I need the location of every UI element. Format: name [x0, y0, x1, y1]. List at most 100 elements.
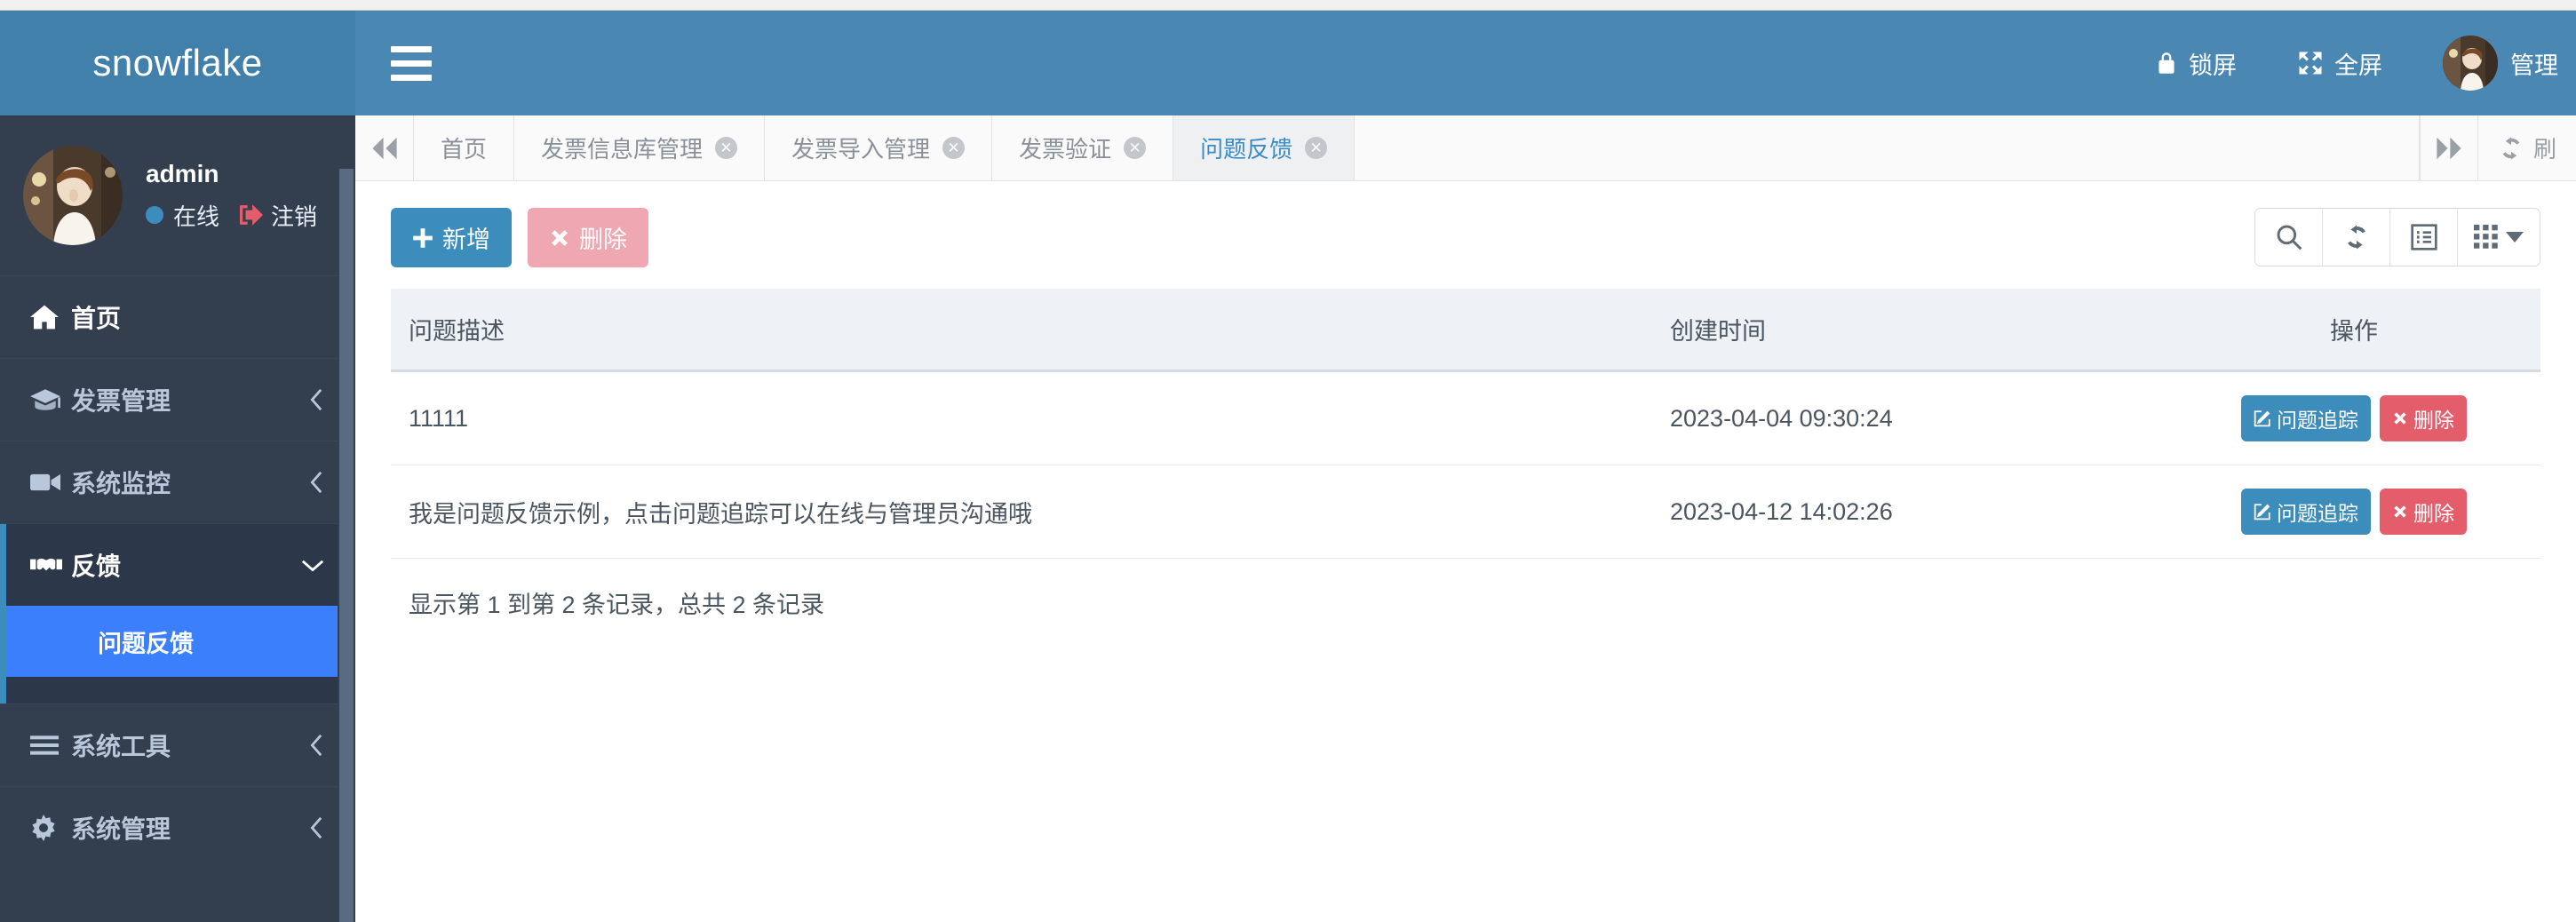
tab-label: 发票验证	[1019, 136, 1112, 163]
brand-logo[interactable]: snowflake	[0, 11, 355, 115]
close-icon[interactable]: ✕	[942, 137, 966, 159]
close-icon[interactable]: ✕	[1124, 137, 1147, 159]
tab-refresh-button[interactable]: 刷	[2477, 115, 2576, 180]
chevron-left-icon	[309, 387, 325, 412]
toggle-view-button[interactable]	[2390, 209, 2458, 266]
user-menu-button[interactable]: 管理	[2413, 11, 2576, 115]
brand-logo-text: snowflake	[92, 42, 263, 83]
tab-label: 首页	[441, 136, 488, 163]
row-delete-label: 删除	[2413, 409, 2454, 432]
double-chevron-left-icon	[371, 137, 397, 159]
avatar	[23, 146, 123, 245]
refresh-icon	[2502, 137, 2520, 159]
sidebar-item-label: 发票管理	[71, 387, 171, 415]
home-icon	[30, 304, 71, 330]
tab-invoice-verify[interactable]: 发票验证 ✕	[992, 115, 1174, 180]
tab-invoice-import[interactable]: 发票导入管理 ✕	[765, 115, 993, 180]
fullscreen-label: 全屏	[2334, 52, 2382, 79]
close-x-icon	[549, 227, 570, 249]
logout-label: 注销	[271, 203, 318, 230]
refresh-icon	[2347, 225, 2365, 250]
tab-scroll-right-button[interactable]	[2419, 115, 2478, 180]
row-action-group: 问题追踪 删除	[2241, 489, 2467, 535]
tab-refresh-label: 刷	[2532, 136, 2556, 163]
chevron-down-icon	[2506, 232, 2524, 242]
hamburger-icon	[391, 45, 432, 52]
avatar	[2443, 36, 2498, 91]
search-icon	[2277, 225, 2302, 250]
table-row[interactable]: 11111 2023-04-04 09:30:24 问题追踪 删除	[391, 370, 2540, 465]
hamburger-icon	[391, 60, 432, 67]
row-delete-label: 删除	[2413, 502, 2454, 525]
gear-icon	[30, 815, 71, 841]
add-button[interactable]: 新增	[391, 208, 512, 267]
cell-operations: 问题追踪 删除	[2167, 465, 2540, 559]
sidebar-subitem-issue-feedback[interactable]: 问题反馈	[0, 606, 355, 677]
chevron-left-icon	[309, 470, 325, 495]
sidebar-item-invoice-management[interactable]: 发票管理	[0, 358, 355, 441]
issue-track-label: 问题追踪	[2277, 409, 2358, 432]
sidebar-item-home[interactable]: 首页	[0, 275, 355, 358]
sidebar-scrollbar-thumb[interactable]	[339, 169, 354, 922]
sidebar-user-panel: admin 在线 注销	[0, 115, 355, 275]
columns-grid-icon	[2474, 225, 2498, 249]
sidebar-item-system-monitor[interactable]: 系统监控	[0, 441, 355, 523]
delete-button[interactable]: 删除	[528, 208, 648, 267]
tab-invoice-info-db[interactable]: 发票信息库管理 ✕	[514, 115, 766, 180]
feedback-table: 问题描述 创建时间 操作 11111 2023-04-04 09:30:24 问…	[391, 289, 2540, 559]
sidebar-subitem-label: 问题反馈	[98, 630, 194, 657]
fullscreen-button[interactable]: 全屏	[2267, 11, 2413, 115]
video-camera-icon	[30, 472, 71, 493]
cell-created-at: 2023-04-04 09:30:24	[1652, 370, 2167, 465]
body-wrapper: admin 在线 注销 首页 发票管理 系统监控 反馈 问题反馈 系统工具 系统…	[0, 115, 2576, 922]
tab-label: 发票信息库管理	[541, 136, 704, 163]
logout-button[interactable]: 注销	[240, 199, 317, 232]
expand-arrows-icon	[2297, 50, 2324, 76]
sidebar-item-label: 首页	[71, 305, 122, 332]
sidebar-item-label: 反馈	[71, 552, 122, 580]
sidebar-toggle-button[interactable]	[391, 43, 441, 83]
graduation-cap-icon	[30, 388, 71, 411]
application-root: snowflake 锁屏 全屏 管理 admin 在线 注销 首页 发票管理 系…	[0, 0, 2576, 922]
row-delete-button[interactable]: 删除	[2380, 395, 2467, 441]
tab-issue-feedback[interactable]: 问题反馈 ✕	[1173, 115, 1356, 180]
header-main-area: 锁屏 全屏 管理	[355, 11, 2576, 115]
issue-track-label: 问题追踪	[2277, 502, 2358, 525]
header-username: 管理	[2510, 52, 2558, 79]
sidebar-item-system-tools[interactable]: 系统工具	[0, 703, 355, 786]
close-x-icon	[2392, 504, 2408, 520]
chevron-down-icon	[300, 557, 325, 573]
tab-home[interactable]: 首页	[414, 115, 515, 180]
close-icon[interactable]: ✕	[715, 137, 738, 159]
tab-label: 发票导入管理	[791, 136, 931, 163]
refresh-button[interactable]	[2323, 209, 2390, 266]
cell-operations: 问题追踪 删除	[2167, 370, 2540, 465]
toggle-list-icon	[2410, 224, 2437, 250]
sidebar-item-system-management[interactable]: 系统管理	[0, 786, 355, 869]
cell-description: 11111	[391, 370, 1652, 465]
double-chevron-right-icon	[2437, 137, 2461, 159]
close-icon[interactable]: ✕	[1305, 137, 1328, 159]
sidebar-status-row: 在线 注销	[146, 199, 317, 232]
lock-screen-button[interactable]: 锁屏	[2125, 11, 2267, 115]
sidebar-menu: 首页 发票管理 系统监控 反馈 问题反馈 系统工具 系统管理	[0, 275, 355, 869]
tab-scroll-left-button[interactable]	[355, 115, 414, 180]
table-head: 问题描述 创建时间 操作	[391, 289, 2540, 372]
tab-bar-spacer	[1355, 115, 2420, 180]
row-action-group: 问题追踪 删除	[2241, 395, 2467, 441]
sidebar-item-feedback[interactable]: 反馈	[0, 523, 355, 606]
columns-button[interactable]	[2458, 209, 2540, 266]
search-button[interactable]	[2255, 209, 2323, 266]
issue-track-button[interactable]: 问题追踪	[2241, 395, 2371, 441]
row-delete-button[interactable]: 删除	[2380, 489, 2467, 535]
table-body: 11111 2023-04-04 09:30:24 问题追踪 删除 我是问题反馈…	[391, 370, 2540, 559]
table-row[interactable]: 我是问题反馈示例，点击问题追踪可以在线与管理员沟通哦 2023-04-12 14…	[391, 465, 2540, 559]
column-header-created-at[interactable]: 创建时间	[1652, 289, 2167, 372]
column-header-description[interactable]: 问题描述	[391, 289, 1652, 372]
plus-icon	[412, 227, 433, 249]
chevron-left-icon	[309, 815, 325, 840]
top-header-bar: snowflake 锁屏 全屏 管理	[0, 11, 2576, 115]
sidebar-scrollbar[interactable]	[338, 115, 355, 922]
sidebar: admin 在线 注销 首页 发票管理 系统监控 反馈 问题反馈 系统工具 系统…	[0, 115, 355, 922]
issue-track-button[interactable]: 问题追踪	[2241, 489, 2371, 535]
